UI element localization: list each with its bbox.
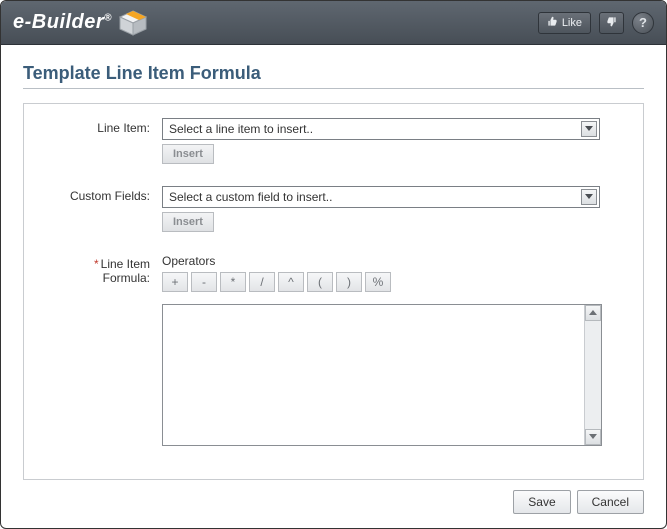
title-divider (23, 88, 644, 89)
logo-text: e-Builder® (13, 11, 112, 34)
line-item-field: Select a line item to insert.. Insert (162, 118, 625, 164)
scrollbar[interactable] (584, 305, 601, 445)
operator-plus-button[interactable]: + (162, 272, 188, 292)
row-formula: *Line Item Formula: Operators + - * / ^ … (42, 254, 625, 446)
custom-fields-select[interactable]: Select a custom field to insert.. (162, 186, 600, 208)
save-button[interactable]: Save (513, 490, 570, 514)
formula-textarea-wrap (162, 304, 602, 446)
app-window: e-Builder® Like (0, 0, 667, 529)
operators-row: + - * / ^ ( ) % (162, 272, 625, 292)
app-logo: e-Builder® (13, 10, 148, 36)
custom-fields-label: Custom Fields: (42, 186, 162, 232)
operator-close-paren-button[interactable]: ) (336, 272, 362, 292)
help-icon: ? (639, 15, 647, 30)
line-item-select[interactable]: Select a line item to insert.. (162, 118, 600, 140)
row-custom-fields: Custom Fields: Select a custom field to … (42, 186, 625, 232)
thumbs-up-icon (547, 16, 558, 30)
app-header: e-Builder® Like (1, 1, 666, 45)
chevron-down-icon (581, 189, 597, 205)
footer-actions: Save Cancel (23, 490, 644, 514)
form-panel: Line Item: Select a line item to insert.… (23, 103, 644, 480)
cancel-button[interactable]: Cancel (577, 490, 644, 514)
operator-open-paren-button[interactable]: ( (307, 272, 333, 292)
like-button[interactable]: Like (538, 12, 591, 34)
formula-textarea[interactable] (163, 305, 584, 445)
dislike-button[interactable] (599, 12, 624, 34)
custom-fields-field: Select a custom field to insert.. Insert (162, 186, 625, 232)
required-asterisk: * (94, 257, 99, 271)
formula-field: Operators + - * / ^ ( ) % (162, 254, 625, 446)
logo-cube-icon (118, 10, 148, 36)
operators-heading: Operators (162, 254, 625, 268)
line-item-insert-button[interactable]: Insert (162, 144, 214, 164)
formula-label: *Line Item Formula: (42, 254, 162, 446)
scroll-down-icon[interactable] (585, 429, 601, 445)
operator-divide-button[interactable]: / (249, 272, 275, 292)
operator-minus-button[interactable]: - (191, 272, 217, 292)
custom-fields-insert-button[interactable]: Insert (162, 212, 214, 232)
custom-fields-select-text: Select a custom field to insert.. (169, 190, 332, 204)
chevron-down-icon (581, 121, 597, 137)
scroll-up-icon[interactable] (585, 305, 601, 321)
row-line-item: Line Item: Select a line item to insert.… (42, 118, 625, 164)
page-title: Template Line Item Formula (23, 63, 644, 84)
thumbs-down-icon (606, 16, 617, 30)
help-button[interactable]: ? (632, 12, 654, 34)
operator-percent-button[interactable]: % (365, 272, 391, 292)
operator-power-button[interactable]: ^ (278, 272, 304, 292)
line-item-label: Line Item: (42, 118, 162, 164)
operator-multiply-button[interactable]: * (220, 272, 246, 292)
line-item-select-text: Select a line item to insert.. (169, 122, 313, 136)
content-area: Template Line Item Formula Line Item: Se… (1, 45, 666, 528)
header-actions: Like ? (538, 12, 654, 34)
like-label: Like (562, 17, 582, 29)
